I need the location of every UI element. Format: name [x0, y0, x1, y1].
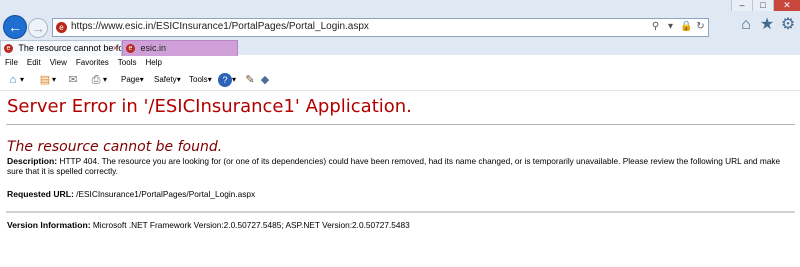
tab-close-button[interactable]: × — [113, 41, 118, 56]
description-label: Description: — [7, 156, 58, 166]
safety-menu-label: Safety — [154, 75, 177, 84]
tab-label: The resource cannot be fou... — [18, 43, 121, 53]
forward-arrow-icon: → — [31, 20, 45, 36]
help-button[interactable]: ? ▾ — [218, 72, 236, 88]
forward-button[interactable]: → — [28, 18, 48, 38]
favorites-star-icon[interactable]: ★ — [757, 15, 777, 35]
error-description: Description: HTTP 404. The resource you … — [7, 156, 794, 176]
chevron-down-icon: ▾ — [52, 75, 57, 84]
page-content: Server Error in '/ESICInsurance1' Applic… — [6, 96, 795, 230]
extra-tool-button[interactable]: ◆ — [258, 72, 272, 88]
research-button[interactable]: ✎ — [243, 72, 257, 88]
menu-edit[interactable]: Edit — [22, 56, 45, 70]
tab-esic[interactable]: e esic.in — [122, 40, 238, 57]
read-mail-button[interactable]: ✉ — [66, 72, 80, 88]
safety-menu-button[interactable]: Safety▾ — [154, 72, 181, 88]
home-button[interactable]: ⌂ ▾ — [6, 72, 24, 88]
version-value: Microsoft .NET Framework Version:2.0.507… — [90, 220, 410, 230]
chevron-down-icon: ▾ — [232, 75, 237, 84]
tab-strip: e The resource cannot be fou... × e esic… — [0, 40, 800, 57]
read-mail-icon: ✉ — [68, 73, 78, 86]
requested-url: Requested URL: /ESICInsurance1/PortalPag… — [7, 189, 794, 199]
back-arrow-icon: ← — [8, 19, 22, 35]
rss-feed-icon: ▤ — [39, 73, 51, 86]
address-bar[interactable]: e https://www.esic.in/ESICInsurance1/Por… — [52, 18, 709, 37]
menu-favorites[interactable]: Favorites — [71, 56, 113, 70]
home-icon[interactable]: ⌂ — [736, 15, 756, 35]
error-subtitle: The resource cannot be found. — [7, 139, 223, 155]
tab-favicon-icon: e — [126, 44, 135, 54]
close-window-button[interactable]: ✕ — [773, 0, 800, 11]
description-text: HTTP 404. The resource you are looking f… — [7, 156, 781, 176]
add-on-icon: ◆ — [260, 73, 270, 86]
help-icon: ? — [218, 72, 232, 87]
tab-active[interactable]: e The resource cannot be fou... × — [0, 40, 122, 56]
tools-menu-button[interactable]: Tools▾ — [189, 72, 212, 88]
divider — [6, 124, 795, 125]
maximize-button[interactable]: □ — [752, 0, 773, 11]
settings-gear-icon[interactable]: ⚙ — [778, 15, 798, 35]
menu-view[interactable]: View — [45, 56, 71, 70]
tab-favicon-icon: e — [4, 44, 13, 54]
menu-tools[interactable]: Tools — [113, 56, 141, 70]
version-information: Version Information: Microsoft .NET Fram… — [7, 220, 794, 230]
address-bar-icons: ⚲ ▾ 🔒 ↻ — [650, 20, 706, 34]
version-label: Version Information: — [7, 220, 91, 230]
home-icon: ⌂ — [9, 73, 17, 86]
navigation-bar: ← → e https://www.esic.in/ESICInsurance1… — [0, 12, 800, 40]
print-icon: ⎙ — [91, 73, 101, 86]
chevron-down-icon: ▾ — [176, 75, 181, 84]
menu-help[interactable]: Help — [140, 56, 165, 70]
dropdown-icon[interactable]: ▾ — [665, 20, 676, 34]
page-menu-button[interactable]: Page▾ — [121, 72, 144, 88]
tools-menu-label: Tools — [189, 75, 208, 84]
chevron-down-icon: ▾ — [139, 75, 144, 84]
print-button[interactable]: ⎙ ▾ — [89, 72, 107, 88]
requested-url-value: /ESICInsurance1/PortalPages/Portal_Login… — [73, 189, 256, 199]
research-icon: ✎ — [245, 73, 255, 86]
lock-icon[interactable]: 🔒 — [680, 20, 692, 34]
refresh-icon[interactable]: ↻ — [695, 20, 706, 34]
requested-url-label: Requested URL: — [7, 189, 74, 199]
menu-bar: File Edit View Favorites Tools Help — [0, 56, 800, 70]
url-text[interactable]: https://www.esic.in/ESICInsurance1/Porta… — [71, 21, 369, 32]
minimize-button[interactable]: – — [731, 0, 752, 11]
page-title: Server Error in '/ESICInsurance1' Applic… — [7, 96, 412, 117]
command-bar: ⌂ ▾ ▤ ▾ ✉ ⎙ ▾ Page▾ Safety▾ Tools▾ ? ▾ ✎ ◆ — [0, 70, 800, 91]
menu-file[interactable]: File — [0, 56, 22, 70]
search-icon[interactable]: ⚲ — [650, 20, 661, 34]
tab-label: esic.in — [140, 43, 167, 53]
chevron-down-icon: ▾ — [207, 75, 212, 84]
back-button[interactable]: ← — [3, 15, 27, 39]
chevron-down-icon: ▾ — [20, 75, 25, 84]
chevron-down-icon: ▾ — [103, 75, 108, 84]
divider — [6, 211, 795, 213]
window-controls: – □ ✕ — [731, 0, 800, 12]
feeds-button[interactable]: ▤ ▾ — [38, 72, 56, 88]
site-favicon-icon: e — [56, 22, 67, 33]
page-menu-label: Page — [121, 75, 140, 84]
